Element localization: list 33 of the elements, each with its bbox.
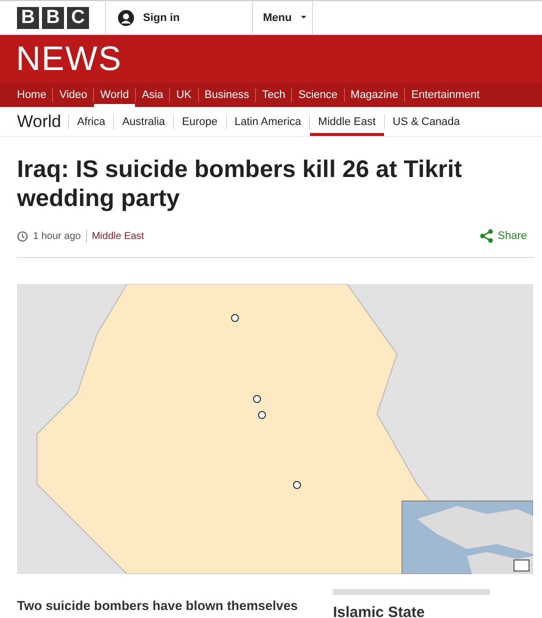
nav-tab[interactable]: Tech bbox=[256, 83, 292, 107]
subnav-tab[interactable]: Africa bbox=[69, 107, 114, 136]
nav-tab[interactable]: Video bbox=[53, 83, 94, 107]
nav-tab[interactable]: UK bbox=[170, 83, 198, 107]
share-icon bbox=[480, 229, 493, 243]
subnav-tab[interactable]: Middle East bbox=[310, 107, 384, 136]
nav-tab[interactable]: Business bbox=[198, 83, 256, 107]
nav-tab[interactable]: Entertainment bbox=[405, 83, 486, 107]
sidebar-heading: Islamic State bbox=[333, 604, 426, 618]
bbc-logo[interactable]: B B C bbox=[0, 1, 106, 34]
nav-tab[interactable]: World bbox=[94, 83, 135, 107]
nav-tab[interactable]: Home bbox=[11, 83, 52, 107]
logo-letter: B bbox=[42, 6, 64, 28]
nav-tab[interactable]: Asia bbox=[136, 83, 170, 107]
nav-tab[interactable]: Science bbox=[292, 83, 344, 107]
section-title: World bbox=[17, 110, 62, 132]
user-icon bbox=[118, 10, 134, 26]
nav-tab[interactable]: Magazine bbox=[344, 83, 404, 107]
timestamp: 1 hour ago bbox=[33, 230, 81, 242]
share-link[interactable]: Share bbox=[498, 230, 527, 242]
sign-in-link[interactable]: Sign in bbox=[143, 12, 180, 24]
subnav-tab[interactable]: Europe bbox=[174, 107, 226, 136]
subnav-tab[interactable]: Latin America bbox=[226, 107, 310, 136]
subnav-tab[interactable]: Australia bbox=[114, 107, 174, 136]
caret-icon bbox=[300, 15, 306, 20]
subnav-tab[interactable]: US & Canada bbox=[384, 107, 468, 136]
logo-letter: B bbox=[17, 6, 39, 28]
topic-link[interactable]: Middle East bbox=[92, 230, 144, 242]
headline: Iraq: IS suicide bombers kill 26 at Tikrit wedding party bbox=[17, 155, 464, 213]
clock-icon bbox=[17, 230, 28, 242]
logo-letter: C bbox=[67, 6, 89, 28]
article-intro: Two suicide bombers have blown themselves bbox=[17, 598, 299, 615]
news-logo[interactable]: NEWS bbox=[16, 42, 122, 76]
